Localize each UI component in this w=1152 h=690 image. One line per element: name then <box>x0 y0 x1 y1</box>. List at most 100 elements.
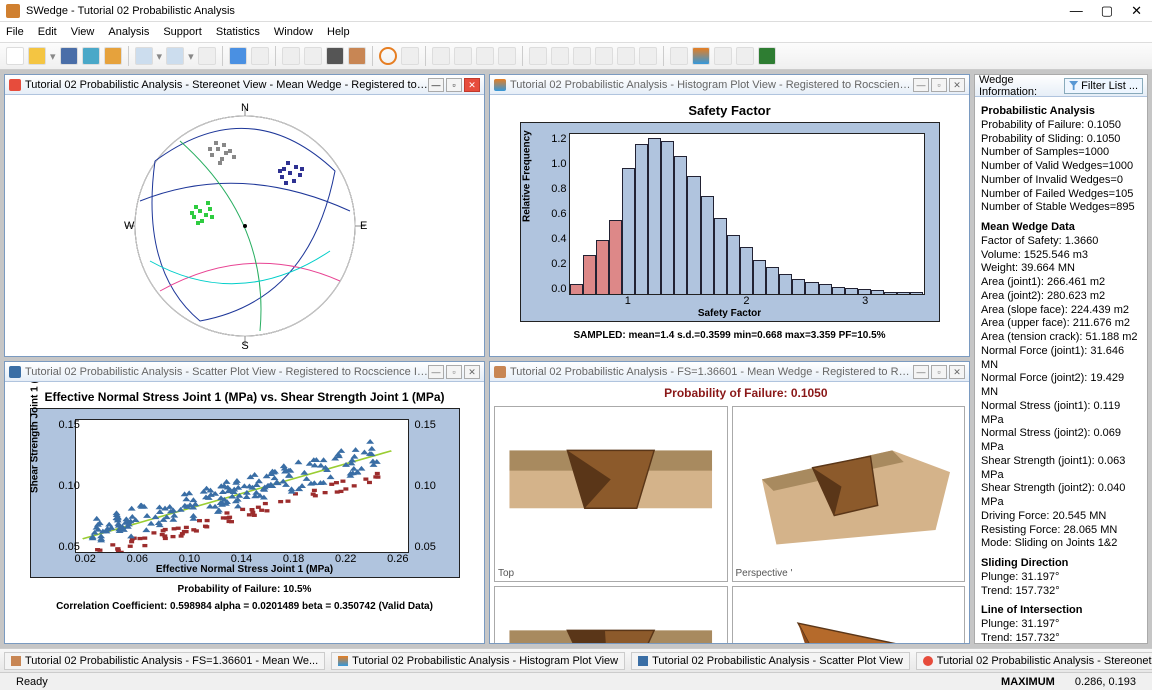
tab-stereonet[interactable]: Tutorial 02 Probabilistic Analysis - Ste… <box>916 652 1152 670</box>
view3d-perspective[interactable]: Perspective ' <box>732 406 966 582</box>
sidebar-line: Number of Failed Wedges=105 <box>981 188 1141 202</box>
pane-min-button[interactable]: — <box>913 365 929 379</box>
wedge3d-title: Tutorial 02 Probabilistic Analysis - FS=… <box>510 366 913 378</box>
histogram-xlabel: Safety Factor <box>698 308 761 319</box>
pane-min-button[interactable]: — <box>428 365 444 379</box>
zoom-extents-icon[interactable] <box>432 47 450 65</box>
menu-statistics[interactable]: Statistics <box>216 26 260 38</box>
menu-edit[interactable]: Edit <box>38 26 57 38</box>
copy-icon[interactable] <box>198 47 216 65</box>
menu-file[interactable]: File <box>6 26 24 38</box>
chart-cumulative-icon[interactable] <box>714 47 732 65</box>
menu-support[interactable]: Support <box>163 26 202 38</box>
export-excel-icon[interactable] <box>758 47 776 65</box>
scatter-xlabel: Effective Normal Stress Joint 1 (MPa) <box>156 564 333 575</box>
histogram-xticks: 123 <box>569 295 925 307</box>
chart-scatter-icon[interactable] <box>736 47 754 65</box>
view-caption-perspective: Perspective ' <box>736 568 793 579</box>
histogram-plot[interactable]: Relative Frequency Safety Factor 1.21.00… <box>520 122 940 322</box>
sidebar-line: Probability of Failure: 0.1050 <box>981 119 1141 133</box>
tool-icon-2[interactable] <box>551 47 569 65</box>
save-icon[interactable] <box>60 47 78 65</box>
sidebar-line: Area (tension crack): 51.188 m2 <box>981 331 1141 345</box>
new-icon[interactable] <box>6 47 24 65</box>
maximize-button[interactable]: ▢ <box>1101 3 1113 19</box>
tool-icon-5[interactable] <box>617 47 635 65</box>
sidebar-line: Driving Force: 20.545 MN <box>981 510 1141 524</box>
stereonet-plot[interactable]: N S W E <box>120 101 370 351</box>
zoom-in-icon[interactable] <box>454 47 472 65</box>
pane-close-button[interactable]: ✕ <box>949 365 965 379</box>
pane-min-button[interactable]: — <box>428 78 444 92</box>
pane-scatter: Tutorial 02 Probabilistic Analysis - Sca… <box>4 361 485 644</box>
sidebar-wedge-info: Wedge Information: Filter List ... Proba… <box>974 74 1148 644</box>
tab-histogram[interactable]: Tutorial 02 Probabilistic Analysis - His… <box>331 652 625 670</box>
pane-close-button[interactable]: ✕ <box>464 78 480 92</box>
tool-icon-4[interactable] <box>595 47 613 65</box>
probability-of-failure-label: Probability of Failure: 0.1050 <box>664 386 827 400</box>
view3d-top[interactable]: Top <box>494 406 728 582</box>
pane-max-button[interactable]: ▫ <box>446 78 462 92</box>
histogram-yticks: 1.21.00.80.60.40.20.0 <box>551 133 567 295</box>
tab-scatter[interactable]: Tutorial 02 Probabilistic Analysis - Sca… <box>631 652 910 670</box>
menubar: File Edit View Analysis Support Statisti… <box>0 22 1152 42</box>
zoom-out-icon[interactable] <box>476 47 494 65</box>
print-icon[interactable] <box>82 47 100 65</box>
sidebar-line: Trend: 157.732° <box>981 632 1141 643</box>
undo-icon[interactable] <box>135 47 153 65</box>
compute-icon[interactable] <box>326 47 344 65</box>
histogram-chart-title: Safety Factor <box>688 103 770 118</box>
view3d-icon[interactable] <box>348 47 366 65</box>
stereonet-title: Tutorial 02 Probabilistic Analysis - Ste… <box>25 79 428 91</box>
pane-max-button[interactable]: ▫ <box>931 365 947 379</box>
sidebar-line: Factor of Safety: 1.3660 <box>981 235 1141 249</box>
stereonet-pane-icon <box>9 79 21 91</box>
minimize-button[interactable]: — <box>1070 3 1083 19</box>
redo-icon[interactable] <box>166 47 184 65</box>
scatter-subtitle1: Probability of Failure: 10.5% <box>178 584 312 595</box>
tab-scatter-icon <box>638 656 648 666</box>
menu-analysis[interactable]: Analysis <box>108 26 149 38</box>
scatter-plot[interactable]: Shear Strength Joint 1 (MPa) Effective N… <box>30 408 460 578</box>
clipboard-icon[interactable] <box>104 47 122 65</box>
tab-stereonet-icon <box>923 656 933 666</box>
wedge-data-icon[interactable] <box>251 47 269 65</box>
close-button[interactable]: ✕ <box>1131 3 1142 19</box>
menu-view[interactable]: View <box>71 26 95 38</box>
layout-icon[interactable] <box>401 47 419 65</box>
svg-text:N: N <box>241 102 249 114</box>
pan-icon[interactable] <box>498 47 516 65</box>
pane-close-button[interactable]: ✕ <box>949 78 965 92</box>
report-icon[interactable] <box>304 47 322 65</box>
menu-help[interactable]: Help <box>327 26 350 38</box>
sidebar-line: Area (upper face): 211.676 m2 <box>981 317 1141 331</box>
view3d-front[interactable]: Front <box>494 586 728 643</box>
sidebar-line: Normal Stress (joint1): 0.119 MPa <box>981 400 1141 428</box>
view-caption-top: Top <box>498 568 514 579</box>
pane-min-button[interactable]: — <box>913 78 929 92</box>
sidebar-line: Number of Samples=1000 <box>981 146 1141 160</box>
analyze-icon[interactable] <box>282 47 300 65</box>
view3d-side[interactable]: Side <box>732 586 966 643</box>
tool-icon-1[interactable] <box>529 47 547 65</box>
chart-bar-icon[interactable] <box>692 47 710 65</box>
app-icon <box>6 4 20 18</box>
sidebar-line: Mode: Sliding on Joints 1&2 <box>981 537 1141 551</box>
sidebar-body[interactable]: Probabilistic AnalysisProbability of Fai… <box>975 97 1147 643</box>
pane-max-button[interactable]: ▫ <box>931 78 947 92</box>
tool-icon-3[interactable] <box>573 47 591 65</box>
menu-window[interactable]: Window <box>274 26 313 38</box>
sidebar-line: Normal Stress (joint2): 0.069 MPa <box>981 427 1141 455</box>
chart-line-icon[interactable] <box>670 47 688 65</box>
filter-list-button[interactable]: Filter List ... <box>1064 78 1143 94</box>
input-data-icon[interactable] <box>229 47 247 65</box>
tool-icon-6[interactable] <box>639 47 657 65</box>
sidebar-line: Area (slope face): 224.439 m2 <box>981 304 1141 318</box>
pane-close-button[interactable]: ✕ <box>464 365 480 379</box>
tab-3d[interactable]: Tutorial 02 Probabilistic Analysis - FS=… <box>4 652 325 670</box>
scatter-svg <box>76 420 408 552</box>
stereonet-icon[interactable] <box>379 47 397 65</box>
open-icon[interactable] <box>28 47 46 65</box>
pane-max-button[interactable]: ▫ <box>446 365 462 379</box>
pane-3d: Tutorial 02 Probabilistic Analysis - FS=… <box>489 361 970 644</box>
